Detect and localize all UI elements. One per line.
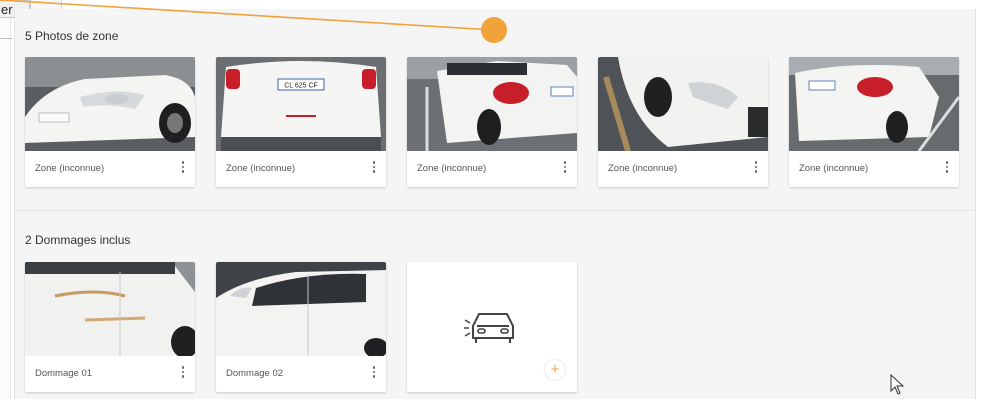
zone-photo-card[interactable]: Zone (inconnue) — [789, 57, 959, 187]
kebab-menu-icon[interactable] — [372, 161, 376, 175]
damages-title: 2 Dommages inclus — [25, 233, 131, 247]
kebab-menu-icon[interactable] — [754, 161, 758, 175]
mouse-cursor-icon — [890, 374, 905, 395]
zone-photo-card[interactable]: CL 625 CF Zone (inconnue) — [216, 57, 386, 187]
damage-photo-thumbnail[interactable] — [216, 262, 386, 356]
zone-label: Zone (inconnue) — [226, 163, 296, 174]
section-divider — [15, 210, 975, 211]
svg-text:CL 625 CF: CL 625 CF — [284, 83, 318, 90]
zone-photo-card[interactable]: Zone (inconnue) — [25, 57, 195, 187]
plus-icon[interactable]: + — [545, 360, 565, 380]
kebab-menu-icon[interactable] — [181, 161, 185, 175]
car-front-icon — [464, 313, 514, 343]
kebab-menu-icon[interactable] — [945, 161, 949, 175]
toolbar-divider — [0, 38, 12, 39]
kebab-menu-icon[interactable] — [563, 161, 567, 175]
zone-label: Zone (inconnue) — [417, 163, 487, 174]
add-damage-card[interactable]: + — [407, 262, 577, 392]
zone-photo-thumbnail[interactable] — [25, 57, 195, 151]
zone-photo-thumbnail[interactable]: CL 625 CF — [216, 57, 386, 151]
damage-photo-thumbnail[interactable] — [25, 262, 195, 356]
zone-label: Zone (inconnue) — [799, 163, 869, 174]
damage-label: Dommage 02 — [226, 368, 284, 379]
damage-card[interactable]: Dommage 01 — [25, 262, 195, 392]
kebab-menu-icon[interactable] — [181, 366, 185, 380]
damage-card[interactable]: Dommage 02 — [216, 262, 386, 392]
zone-photo-card[interactable]: Zone (inconnue) — [407, 57, 577, 187]
left-sidebar-edge — [0, 18, 11, 399]
zone-photos-title: 5 Photos de zone — [25, 29, 119, 43]
zone-photo-thumbnail[interactable] — [789, 57, 959, 151]
kebab-menu-icon[interactable] — [372, 366, 376, 380]
zone-label: Zone (inconnue) — [35, 163, 105, 174]
zone-photo-thumbnail[interactable] — [407, 57, 577, 151]
zone-photo-thumbnail[interactable] — [598, 57, 768, 151]
photos-panel: 5 Photos de zone Zone (inconnue) CL 625 … — [14, 9, 976, 399]
zone-photo-card[interactable]: Zone (inconnue) — [598, 57, 768, 187]
damage-label: Dommage 01 — [35, 368, 93, 379]
zone-label: Zone (inconnue) — [608, 163, 678, 174]
